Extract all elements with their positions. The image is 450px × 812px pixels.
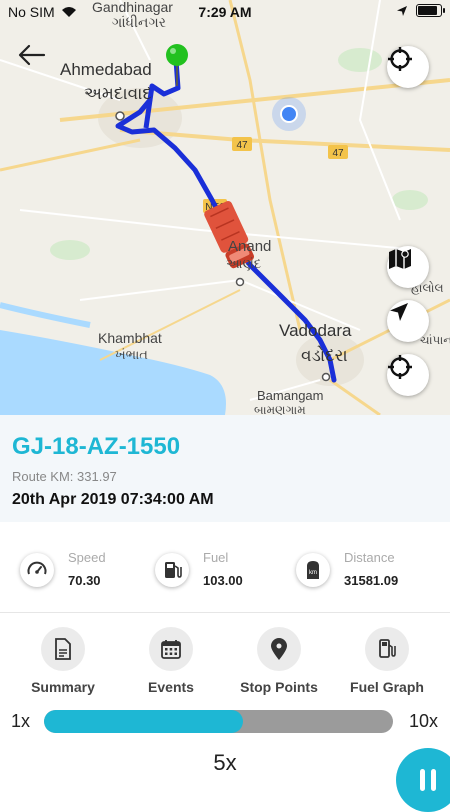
map-icon [389,249,411,269]
playback-speed-value: 5x [213,750,237,775]
navigate-button[interactable] [387,300,429,342]
place-khambhat: Khambhat [98,330,162,346]
place-anand-local: આણંદ [226,256,262,271]
place-vadodara: Vadodara [279,321,352,340]
fuel-graph-button[interactable]: Fuel Graph [332,627,442,695]
events-label: Events [148,679,194,695]
start-marker [166,44,188,66]
status-time: 7:29 AM [198,4,252,20]
speed-value: 70.30 [68,573,101,588]
speedometer-icon [20,553,54,587]
route-km: Route KM: 331.97 [12,469,117,484]
distance-label: Distance [344,550,395,565]
fuel-label: Fuel [203,550,229,565]
summary-button[interactable]: Summary [8,627,118,695]
document-icon [55,638,71,660]
svg-text:47: 47 [332,148,344,159]
fuel-icon [379,639,396,658]
recenter-button[interactable] [387,46,429,88]
speed-min-label: 1x [11,711,31,731]
back-button[interactable] [18,44,54,76]
locate-vehicle-button[interactable] [387,354,429,396]
stats-row: Speed 70.30 Fuel 103.00 km Distance 3158… [0,522,450,613]
location-arrow-icon [397,5,407,16]
vehicle-info-panel: GJ-18-AZ-1550 Route KM: 331.97 20th Apr … [0,415,450,522]
actions-row: Summary Events Stop Points Fuel Graph [0,612,450,702]
place-ahmedabad: Ahmedabad [60,60,152,79]
distance-value: 31581.09 [344,573,399,588]
status-bar: No SIM 7:29 AM [0,0,450,24]
pause-button[interactable] [396,748,450,812]
place-bamangam: Bamangam [257,388,324,403]
events-button[interactable]: Events [116,627,226,695]
map-pin-icon [271,638,287,660]
fuel-pump-icon [155,553,189,587]
battery-icon [416,4,445,17]
map-type-button[interactable] [387,246,429,288]
playback-datetime: 20th Apr 2019 07:34:00 AM [12,491,214,508]
playback-speed-slider[interactable] [44,710,393,733]
place-bamangam-local: બામણગામ [254,403,306,415]
svg-text:km: km [309,570,317,576]
vehicle-number: GJ-18-AZ-1550 [12,433,181,460]
pause-icon [420,769,436,791]
arrow-left-icon [18,44,46,66]
stop-points-button[interactable]: Stop Points [224,627,334,695]
place-ahmedabad-local: અમદાવાદ [84,84,152,103]
stop-points-label: Stop Points [240,679,318,695]
crosshair-icon [388,355,412,379]
fuel-value: 103.00 [203,573,243,588]
crosshair-icon [388,47,412,71]
svg-text:47: 47 [236,140,248,151]
calendar-icon [161,640,181,659]
place-anand: Anand [228,238,272,255]
place-champaner-local: ચાંપાન [420,333,450,347]
speed-max-label: 10x [408,711,438,731]
place-vadodara-local: વડોદરા [301,346,348,365]
summary-label: Summary [31,679,95,695]
route-map[interactable]: 47 47 NE1 Gandhinagar ગાંધીનગર Ahmedabad… [0,0,450,415]
speed-label: Speed [68,550,106,565]
odometer-km-icon: km [296,553,330,587]
fuel-graph-label: Fuel Graph [350,679,424,695]
place-khambhat-local: ખંભાત [115,347,148,362]
navigation-arrow-icon [390,303,408,321]
slider-fill [44,710,243,733]
